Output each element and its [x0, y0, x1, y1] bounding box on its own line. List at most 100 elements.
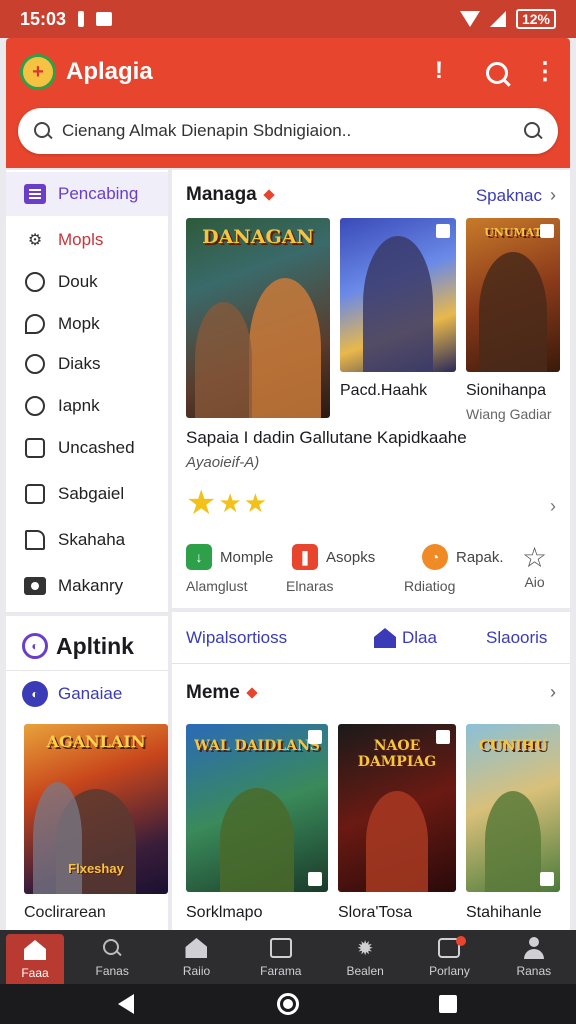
nav-library[interactable]: Farama	[239, 930, 323, 984]
square-icon	[24, 483, 46, 505]
download-icon: ↓	[186, 544, 212, 570]
sidebar-item-skahaha[interactable]: Skahaha	[6, 518, 168, 562]
game-card-title[interactable]: Sorklmapo	[186, 904, 262, 922]
square-icon	[24, 437, 46, 459]
sidebar-item-sabgaiel[interactable]: Sabgaiel	[6, 472, 168, 516]
mini-item[interactable]: ◔ Rapak. Rdiatiog	[404, 544, 504, 594]
sidebar-item-uncashed[interactable]: Uncashed	[6, 426, 168, 470]
section-managa: Managa Spaknac › DANAGAN Pacd.Haahk UNUMA…	[172, 170, 570, 608]
game-card-cover[interactable]: CUNIHU	[466, 724, 560, 892]
app-logo-icon[interactable]: +	[20, 54, 56, 90]
sidebar-item-label: Mopls	[58, 230, 104, 249]
flash-icon[interactable]: ǃ	[424, 56, 454, 86]
more-menu-icon[interactable]: ⋮	[530, 56, 560, 86]
sidebar-game-cover[interactable]: AGANLAIN Flxeshay	[24, 724, 168, 894]
star-icon: ★	[218, 488, 242, 518]
tab-bar: Wipalsortioss Dlaa Slaooris	[172, 612, 570, 664]
cover-title: WAL DAIDLANS	[194, 738, 320, 754]
tab-dlaa[interactable]: Dlaa	[374, 628, 437, 648]
mini-item-sub: Rdiatiog	[404, 578, 456, 594]
nav-label: Raiio	[182, 964, 211, 978]
see-all-label: Spaknac	[475, 185, 542, 205]
mini-item-label: Asopks	[326, 548, 376, 566]
nav-home[interactable]: Faaa	[6, 934, 64, 984]
tab-wipalsortioss[interactable]: Wipalsortioss	[186, 628, 287, 648]
sidebar-item-mopls[interactable]: ⚙ Mopls	[6, 218, 168, 262]
featured-title[interactable]: Sapaia I dadin Gallutane Kapidkaahe	[186, 428, 467, 448]
badge-icon	[540, 872, 554, 886]
recents-icon[interactable]	[439, 995, 457, 1013]
chevron-right-icon[interactable]: ›	[550, 496, 556, 517]
nav-store[interactable]: Raiio	[154, 930, 238, 984]
sidebar-item-iapnk[interactable]: Iapnk	[6, 384, 168, 428]
game-card-title[interactable]: Slora'Tosa	[338, 904, 412, 922]
see-all-link[interactable]: ›	[550, 682, 556, 703]
game-card-title[interactable]: Stahihanle	[466, 904, 542, 922]
section-title-text: Meme	[186, 682, 240, 703]
mini-item[interactable]: ☆ Aio	[522, 544, 547, 591]
mini-item-sub: Elnaras	[286, 578, 334, 594]
sidebar-item-mopk[interactable]: Mopk	[6, 302, 168, 346]
sidebar-item-label: Uncashed	[58, 438, 135, 457]
game-card-cover[interactable]: WAL DAIDLANS	[186, 724, 328, 892]
search-icon	[100, 936, 124, 960]
cover-companion	[194, 302, 253, 418]
nav-label: Ranas	[516, 964, 552, 978]
nav-search[interactable]: Fanas	[70, 930, 154, 984]
search-input[interactable]: Cienang Almak Dienapin Sbdnigiaion..	[62, 121, 524, 141]
search-icon[interactable]	[480, 56, 510, 86]
game-card-cover[interactable]: NAOE DAMPIAG	[338, 724, 456, 892]
sidebar-item-makanry[interactable]: Makanry	[6, 564, 168, 608]
store-icon	[184, 936, 208, 960]
search-submit-icon[interactable]	[524, 122, 542, 140]
cover-knight	[363, 236, 433, 372]
circle-icon	[24, 395, 46, 417]
home-button-icon[interactable]	[277, 993, 299, 1015]
tab-label: Slaooris	[486, 628, 548, 647]
nav-settings[interactable]: ✹ Bealen	[323, 930, 407, 984]
cover-hero	[249, 278, 322, 418]
cover-title: AGANLAIN	[46, 732, 146, 751]
tab-slaooris[interactable]: Slaooris	[486, 628, 547, 648]
system-navigation	[0, 984, 576, 1024]
app-title: Aplagia	[66, 58, 153, 85]
signal-icon	[489, 11, 506, 27]
sidebar-game-caption: Coclirarean	[24, 904, 106, 921]
mini-item[interactable]: ❚ Asopks Elnaras	[286, 544, 376, 594]
sidebar-item-label: Diaks	[58, 354, 101, 373]
chevron-right-icon: ›	[550, 185, 556, 205]
cover-subtitle: Flxeshay	[68, 861, 124, 876]
sidebar-item-pencabing[interactable]: Pencabing	[6, 172, 168, 216]
back-icon[interactable]	[118, 994, 134, 1014]
cover-character	[484, 791, 542, 892]
app-link-icon: ◐	[22, 633, 48, 659]
mini-item-label: Momple	[220, 548, 274, 566]
circle-icon	[24, 271, 46, 293]
game-card-cover[interactable]: UNUMAT	[466, 218, 560, 372]
game-card-title[interactable]: Pacd.Haahk	[340, 382, 427, 400]
nav-label: Farama	[260, 964, 302, 978]
badge-icon	[436, 224, 450, 238]
nav-gallery[interactable]: Porlany	[407, 930, 491, 984]
game-card-subtitle: Wiang Gadiar	[466, 406, 552, 422]
tab-label: Wipalsortioss	[186, 628, 288, 647]
section-title-text: Managa	[186, 184, 257, 205]
sidebar-item-douk[interactable]: Douk	[6, 260, 168, 304]
mini-item[interactable]: ↓ Momple Alamglust	[186, 544, 273, 594]
game-card-cover[interactable]	[340, 218, 456, 372]
message-icon	[96, 12, 113, 26]
star-icon: ★	[186, 484, 217, 522]
featured-game-cover[interactable]: DANAGAN	[186, 218, 330, 418]
sidebar-item-diaks[interactable]: Diaks	[6, 342, 168, 386]
list-icon	[24, 183, 46, 205]
game-card-title[interactable]: Sionihanpa	[466, 382, 546, 400]
featured-subtitle: Ayaoieif-A)	[186, 454, 260, 471]
sidebar-subcategory[interactable]: ◐ Ganaiae	[6, 670, 168, 716]
nav-label: Fanas	[95, 964, 129, 978]
search-bar[interactable]: Cienang Almak Dienapin Sbdnigiaion..	[18, 108, 558, 154]
see-all-link[interactable]: Spaknac ›	[476, 185, 556, 206]
sidebar: Pencabing ⚙ Mopls Douk Mopk Diaks Iapnk …	[6, 170, 168, 612]
nav-profile[interactable]: Ranas	[492, 930, 576, 984]
status-bar: 15:03 12%	[0, 0, 576, 38]
timer-icon: ◔	[422, 544, 448, 570]
